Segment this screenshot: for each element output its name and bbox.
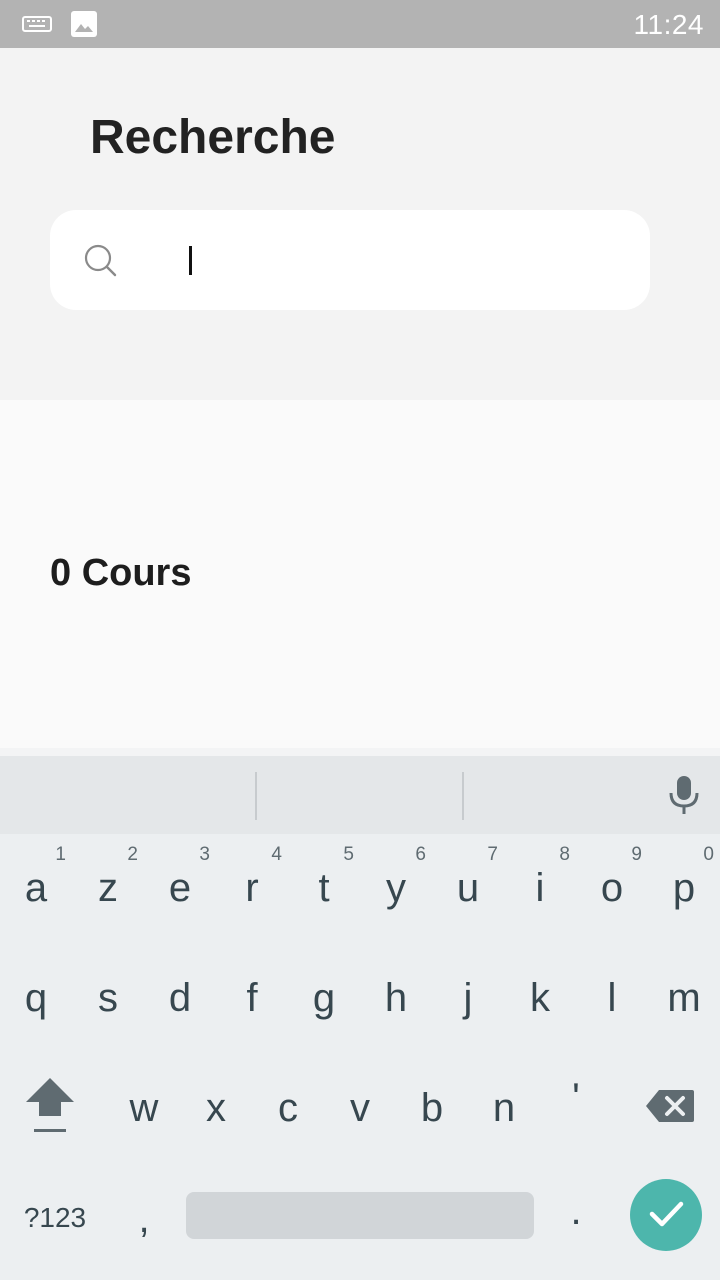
key-j[interactable]: j — [432, 944, 504, 1052]
key-b[interactable]: b — [396, 1054, 468, 1162]
key-h[interactable]: h — [360, 944, 432, 1052]
search-icon — [84, 244, 118, 283]
key-c[interactable]: c — [252, 1054, 324, 1162]
symbols-key[interactable]: ?123 — [10, 1164, 100, 1272]
space-key[interactable] — [186, 1192, 534, 1239]
key-d[interactable]: d — [144, 944, 216, 1052]
course-count: 0 Cours — [50, 552, 192, 594]
key-m[interactable]: m — [648, 944, 720, 1052]
key-apostrophe[interactable]: ' — [540, 1054, 612, 1162]
key-q[interactable]: q — [0, 944, 72, 1052]
key-k[interactable]: k — [504, 944, 576, 1052]
backspace-icon — [645, 1088, 695, 1129]
page-title: Recherche — [90, 111, 336, 164]
key-s[interactable]: s — [72, 944, 144, 1052]
key-r[interactable]: r4 — [216, 834, 288, 942]
key-u[interactable]: u7 — [432, 834, 504, 942]
mic-icon[interactable] — [664, 774, 704, 818]
key-row-1: a1 z2 e3 r4 t5 y6 u7 i8 o9 p0 — [0, 834, 720, 942]
suggestion-divider — [462, 772, 464, 820]
search-box[interactable] — [50, 210, 650, 310]
comma-key[interactable]: , — [108, 1164, 180, 1272]
key-y[interactable]: y6 — [360, 834, 432, 942]
search-header: Recherche — [0, 48, 720, 400]
key-row-3: w x c v b n ' — [0, 1054, 720, 1162]
key-t[interactable]: t5 — [288, 834, 360, 942]
key-l[interactable]: l — [576, 944, 648, 1052]
key-w[interactable]: w — [108, 1054, 180, 1162]
suggestion-divider — [255, 772, 257, 820]
key-x[interactable]: x — [180, 1054, 252, 1162]
text-caret — [189, 246, 192, 275]
suggestion-bar — [0, 756, 720, 834]
key-row-4: ?123 , . — [0, 1164, 720, 1272]
key-i[interactable]: i8 — [504, 834, 576, 942]
key-n[interactable]: n — [468, 1054, 540, 1162]
key-row-2: q s d f g h j k l m — [0, 944, 720, 1052]
key-z[interactable]: z2 — [72, 834, 144, 942]
key-o[interactable]: o9 — [576, 834, 648, 942]
period-key[interactable]: . — [540, 1164, 612, 1272]
check-icon — [646, 1193, 686, 1238]
shift-icon — [24, 1074, 76, 1143]
key-e[interactable]: e3 — [144, 834, 216, 942]
status-time: 11:24 — [633, 9, 704, 40]
backspace-key[interactable] — [620, 1054, 720, 1162]
key-f[interactable]: f — [216, 944, 288, 1052]
keyboard-icon — [22, 14, 52, 39]
key-a[interactable]: a1 — [0, 834, 72, 942]
keyboard-top-edge — [0, 748, 720, 756]
key-p[interactable]: p0 — [648, 834, 720, 942]
key-v[interactable]: v — [324, 1054, 396, 1162]
shift-key[interactable] — [0, 1054, 100, 1162]
soft-keyboard: a1 z2 e3 r4 t5 y6 u7 i8 o9 p0 q s d f g … — [0, 748, 720, 1280]
image-icon — [71, 11, 97, 42]
search-input[interactable] — [138, 234, 622, 288]
key-g[interactable]: g — [288, 944, 360, 1052]
status-bar: 11:24 — [0, 0, 720, 48]
enter-key[interactable] — [630, 1179, 702, 1251]
